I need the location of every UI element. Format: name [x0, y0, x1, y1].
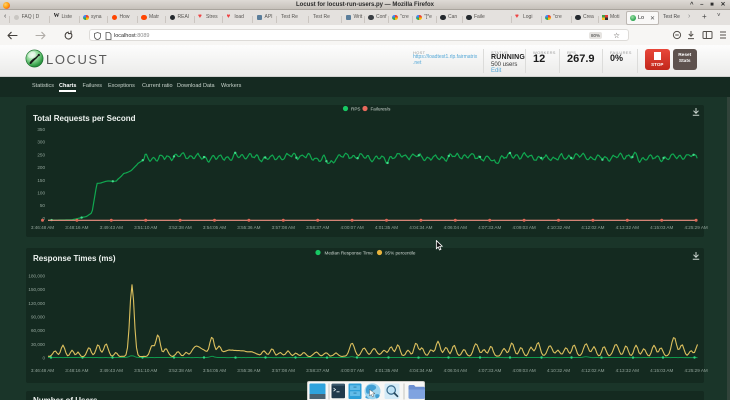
svg-text:3:55:36 AM: 3:55:36 AM — [237, 368, 260, 373]
svg-text:4:10:32 AM: 4:10:32 AM — [547, 225, 570, 230]
svg-text:4:00:07 AM: 4:00:07 AM — [340, 225, 363, 230]
svg-text:4:13:32 AM: 4:13:32 AM — [616, 368, 639, 373]
svg-text:3:49:43 AM: 3:49:43 AM — [100, 225, 123, 230]
svg-text:4:07:33 AM: 4:07:33 AM — [478, 225, 501, 230]
svg-text:4:01:35 AM: 4:01:35 AM — [375, 368, 398, 373]
svg-text:4:09:03 AM: 4:09:03 AM — [512, 368, 535, 373]
svg-text:3:48:16 AM: 3:48:16 AM — [65, 368, 88, 373]
svg-text:150,000: 150,000 — [28, 287, 45, 292]
svg-text:60,000: 60,000 — [31, 328, 45, 333]
svg-text:3:46:48 AM: 3:46:48 AM — [31, 225, 54, 230]
svg-text:3:58:37 AM: 3:58:37 AM — [306, 368, 329, 373]
svg-text:3:57:08 AM: 3:57:08 AM — [272, 225, 295, 230]
svg-text:3:54:05 AM: 3:54:05 AM — [203, 368, 226, 373]
svg-text:Total Requests per Second: Total Requests per Second — [33, 114, 136, 123]
svg-text:3:51:10 AM: 3:51:10 AM — [134, 225, 157, 230]
svg-text:4:12:02 AM: 4:12:02 AM — [581, 225, 604, 230]
svg-text:4:25:29 AM: 4:25:29 AM — [684, 225, 707, 230]
svg-text:180,000: 180,000 — [28, 274, 45, 279]
svg-text:3:58:37 AM: 3:58:37 AM — [306, 225, 329, 230]
svg-text:Response Times (ms): Response Times (ms) — [33, 254, 116, 263]
svg-text:3:48:16 AM: 3:48:16 AM — [65, 225, 88, 230]
svg-text:Median Response Time: Median Response Time — [325, 251, 374, 256]
svg-text:4:15:03 AM: 4:15:03 AM — [650, 225, 673, 230]
svg-text:30,000: 30,000 — [31, 342, 45, 347]
svg-text:3:55:36 AM: 3:55:36 AM — [237, 225, 260, 230]
svg-text:Failures/s: Failures/s — [371, 107, 392, 112]
svg-text:3:49:43 AM: 3:49:43 AM — [100, 368, 123, 373]
svg-text:250: 250 — [37, 152, 45, 157]
svg-text:3:52:38 AM: 3:52:38 AM — [168, 225, 191, 230]
svg-text:4:15:03 AM: 4:15:03 AM — [650, 368, 673, 373]
svg-text:3:51:10 AM: 3:51:10 AM — [134, 368, 157, 373]
svg-text:3:52:38 AM: 3:52:38 AM — [168, 368, 191, 373]
svg-text:95% percentile: 95% percentile — [385, 251, 416, 256]
svg-text:350: 350 — [37, 127, 45, 132]
svg-text:3:57:08 AM: 3:57:08 AM — [272, 368, 295, 373]
svg-text:4:25:29 AM: 4:25:29 AM — [684, 368, 707, 373]
svg-text:4:04:34 AM: 4:04:34 AM — [409, 368, 432, 373]
svg-text:0: 0 — [42, 356, 45, 361]
svg-text:4:00:07 AM: 4:00:07 AM — [340, 368, 363, 373]
svg-text:RPS: RPS — [351, 107, 360, 112]
svg-text:200: 200 — [37, 165, 45, 170]
svg-text:120,000: 120,000 — [28, 301, 45, 306]
svg-text:4:09:03 AM: 4:09:03 AM — [512, 225, 535, 230]
svg-text:3:46:48 AM: 3:46:48 AM — [31, 368, 54, 373]
svg-text:4:06:04 AM: 4:06:04 AM — [444, 225, 467, 230]
svg-text:300: 300 — [37, 140, 45, 145]
svg-text:90,000: 90,000 — [31, 315, 45, 320]
svg-text:4:01:35 AM: 4:01:35 AM — [375, 225, 398, 230]
svg-text:4:06:04 AM: 4:06:04 AM — [444, 368, 467, 373]
svg-text:100: 100 — [37, 191, 45, 196]
svg-text:4:04:34 AM: 4:04:34 AM — [409, 225, 432, 230]
svg-text:3:54:05 AM: 3:54:05 AM — [203, 225, 226, 230]
svg-text:4:13:32 AM: 4:13:32 AM — [616, 225, 639, 230]
svg-text:4:10:32 AM: 4:10:32 AM — [547, 368, 570, 373]
svg-text:50: 50 — [40, 203, 46, 208]
svg-text:4:07:33 AM: 4:07:33 AM — [478, 368, 501, 373]
svg-text:150: 150 — [37, 178, 45, 183]
svg-text:4:12:02 AM: 4:12:02 AM — [581, 368, 604, 373]
